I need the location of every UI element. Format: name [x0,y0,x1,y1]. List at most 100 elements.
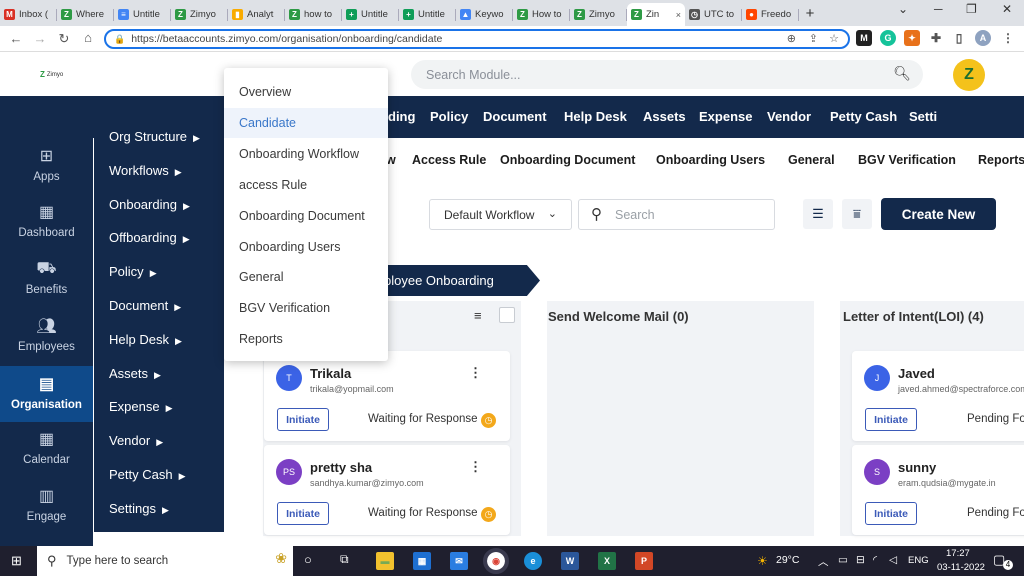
submenu-item[interactable]: Reports [224,324,388,354]
nav-item[interactable]: Document [483,109,547,124]
submenu-item[interactable]: BGV Verification [224,293,388,323]
zoom-icon[interactable]: ⊕ [787,32,796,45]
subnav-item[interactable]: General [788,153,835,167]
nav-item[interactable]: Setti [909,109,937,124]
rail-item[interactable]: ▥ Engage [0,486,93,523]
rail-item[interactable]: 👥︎ Employees [0,316,93,353]
network-icon[interactable]: ⊟ [856,554,865,566]
nav-item[interactable]: Vendor [767,109,811,124]
clock-time[interactable]: 17:27 [946,548,970,559]
nav-item[interactable]: Assets [643,109,686,124]
taskbar-search[interactable]: ⚲ Type here to search ❀ [37,546,293,576]
tray-chevron-icon[interactable]: ︿ [818,554,829,569]
rail-item[interactable]: ▦ Calendar [0,429,93,466]
user-avatar[interactable]: Z [953,59,985,91]
back-icon[interactable]: ← [4,31,28,46]
volume-icon[interactable]: ◁ [889,554,897,566]
extension-icon[interactable]: M [856,30,872,46]
subnav-item[interactable]: BGV Verification [858,153,956,167]
nav-item[interactable]: Expense [699,109,752,124]
word-icon[interactable]: W [561,552,579,570]
subnav-item[interactable]: Access Rule [412,153,486,167]
submenu-item[interactable]: Onboarding Users [224,232,388,262]
browser-tab[interactable]: + Untitle [342,3,399,26]
bookmark-star-icon[interactable]: ☆ [829,32,839,45]
nav-item[interactable]: Policy [430,109,468,124]
close-window-icon[interactable]: ✕ [1002,2,1012,16]
org-menu-item[interactable]: Onboarding ▶ [109,197,190,212]
org-menu-item[interactable]: Document ▶ [109,298,181,313]
subnav-item[interactable]: Reports [978,153,1024,167]
grammarly-icon[interactable]: G [880,30,896,46]
search-icon[interactable]: 🔍︎ [893,65,911,82]
battery-icon[interactable]: ▭ [838,554,848,566]
nav-item[interactable]: Help Desk [564,109,627,124]
candidate-card[interactable]: T Trikala trikala@yopmail.com ⋮ Initiate Wait… [264,351,510,441]
subnav-item[interactable]: Onboarding Users [656,153,765,167]
browser-tab[interactable]: + Untitle [399,3,456,26]
minimize-icon[interactable]: ─ [934,2,943,16]
share-icon[interactable]: ⇪ [809,32,818,45]
org-menu-item[interactable]: Assets ▶ [109,366,161,381]
org-menu-item[interactable]: Help Desk ▶ [109,332,182,347]
language-indicator[interactable]: ENG [908,555,929,566]
browser-tab[interactable]: Z How to [513,3,570,26]
more-options-icon[interactable]: ⋮ [469,365,482,381]
windows-start-icon[interactable]: ⊞ [11,553,22,569]
store-icon[interactable]: ▦ [413,552,431,570]
browser-tab[interactable]: Z Where [57,3,114,26]
chrome-icon[interactable]: ◉ [483,548,509,574]
nav-item[interactable]: Petty Cash [830,109,897,124]
forward-icon[interactable]: → [28,31,52,46]
org-menu-item[interactable]: Vendor ▶ [109,433,163,448]
rail-item[interactable]: ⛟ Benefits [0,259,93,296]
task-view-icon[interactable]: ⧉ [340,552,349,567]
browser-tab[interactable]: ● Freedo [742,3,799,26]
org-menu-item[interactable]: Workflows ▶ [109,163,182,178]
url-field[interactable]: 🔒 https://betaaccounts.zimyo.com/organis… [104,29,850,49]
powerpoint-icon[interactable]: P [635,552,653,570]
candidate-card[interactable]: PS pretty sha sandhya.kumar@zimyo.com ⋮ Init… [264,445,510,535]
browser-tab[interactable]: Zhow to [285,3,342,26]
org-menu-item[interactable]: Expense ▶ [109,399,173,414]
zimyo-logo[interactable]: Z Zimyo [40,70,63,79]
candidate-search-input[interactable]: ⚲ Search [578,199,775,230]
initiate-button[interactable]: Initiate [865,502,917,525]
more-options-icon[interactable]: ⋮ [469,459,482,475]
clock-date[interactable]: 03-11-2022 [937,562,985,573]
org-menu-item[interactable]: Petty Cash ▶ [109,467,186,482]
mail-icon[interactable]: ✉ [450,552,468,570]
candidate-card[interactable]: Ssunny eram.qudsia@mygate.in Initiate Pendi… [852,445,1024,535]
rail-item[interactable]: ▤ Organisation [0,366,93,422]
candidate-card[interactable]: J Javed javed.ahmed@spectraforce.com Initia… [852,351,1024,441]
extension-icon[interactable]: ✦ [904,30,920,46]
browser-tab[interactable]: Z Zin × [627,3,685,26]
search-module-input[interactable]: Search Module... 🔍︎ [411,60,923,89]
browser-tab[interactable]: ◷ UTC to [685,3,742,26]
filter-icon[interactable]: ⩸ [842,199,872,229]
submenu-item[interactable]: Overview [224,77,388,107]
browser-tab[interactable]: ▮ Analyt [228,3,285,26]
browser-tab[interactable]: Z Zimyo [171,3,228,26]
initiate-button[interactable]: Initiate [865,408,917,431]
org-menu-item[interactable]: Settings ▶ [109,501,169,516]
browser-tab[interactable]: ≡ Untitle [114,3,171,26]
browser-tab[interactable]: ▲ Keywo [456,3,513,26]
column-select-checkbox[interactable] [499,307,515,323]
browser-menu-icon[interactable]: ⋮ [1000,30,1016,46]
org-menu-item[interactable]: Policy ▶ [109,264,157,279]
extensions-puzzle-icon[interactable]: ✚ [928,30,944,46]
rail-item[interactable]: ▦ Dashboard [0,202,93,239]
home-icon[interactable]: ⌂ [76,30,100,45]
rail-item[interactable]: ⊞ Apps [0,146,93,183]
submenu-item[interactable]: General [224,262,388,292]
browser-tab[interactable]: M Inbox ( [0,3,57,26]
workflow-select[interactable]: Default Workflow ⌄ [429,199,572,230]
initiate-button[interactable]: Initiate [277,502,329,525]
submenu-item[interactable]: access Rule [224,170,388,200]
tab-close-icon[interactable]: × [676,10,681,20]
cortana-icon[interactable]: ○ [304,552,312,567]
weather-temp[interactable]: 29°C [776,554,799,566]
file-explorer-icon[interactable]: ▬ [376,552,394,570]
initiate-button[interactable]: Initiate [277,408,329,431]
